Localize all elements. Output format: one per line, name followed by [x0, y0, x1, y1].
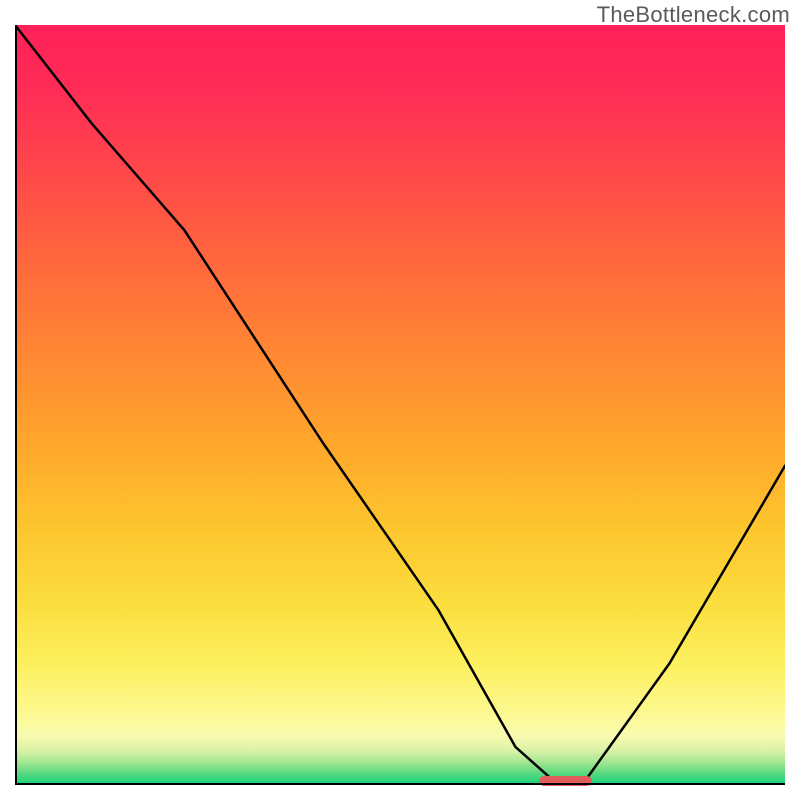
bottleneck-curve — [15, 25, 785, 785]
y-axis — [15, 25, 17, 785]
chart-container: TheBottleneck.com — [0, 0, 800, 800]
x-axis — [15, 783, 785, 785]
watermark-text: TheBottleneck.com — [597, 2, 790, 28]
